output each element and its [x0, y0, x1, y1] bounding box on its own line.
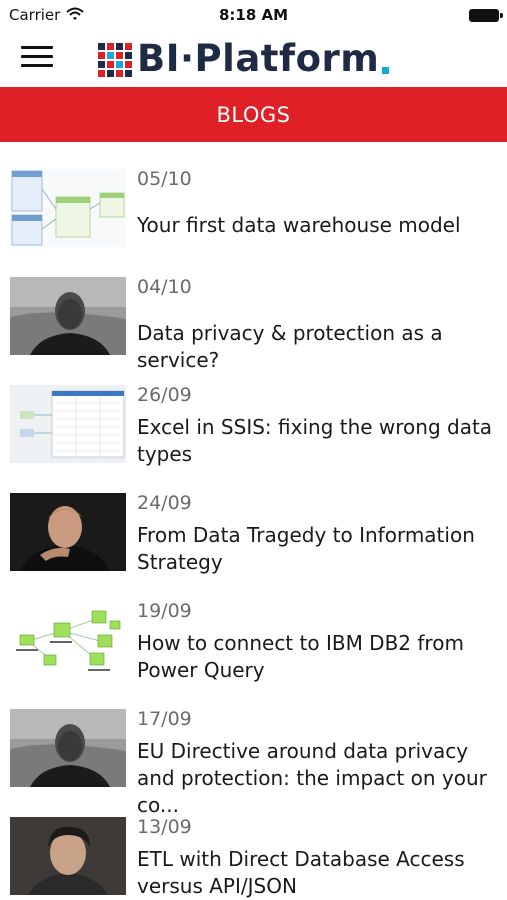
list-item[interactable]: 04/10 Data privacy & protection as a ser…: [0, 250, 507, 372]
list-item[interactable]: 24/09 From Data Tragedy to Information S…: [0, 466, 507, 574]
post-date: 24/09: [137, 492, 192, 514]
logo-dot: [382, 67, 390, 74]
post-date: 17/09: [137, 708, 192, 730]
list-item[interactable]: 19/09 How to connect to IBM DB2 from Pow…: [0, 574, 507, 682]
post-title[interactable]: From Data Tragedy to Information Strateg…: [137, 522, 502, 576]
logo-text: BI·Platform: [137, 37, 380, 80]
post-title[interactable]: How to connect to IBM DB2 from Power Que…: [137, 630, 502, 684]
post-title[interactable]: Your first data warehouse model: [137, 212, 502, 239]
diagram-thumbnail: [10, 601, 126, 679]
screenshot-thumbnail: [10, 385, 126, 463]
diagram-thumbnail: [10, 169, 126, 247]
post-date: 04/10: [137, 276, 192, 298]
post-date: 13/09: [137, 816, 192, 838]
list-item[interactable]: 05/10 Your first data warehouse model: [0, 142, 507, 250]
battery-icon: [469, 9, 503, 22]
blog-list: 05/10 Your first data warehouse model 04…: [0, 142, 507, 898]
section-bar: BLOGS: [0, 87, 507, 142]
status-bar: Carrier 8:18 AM: [0, 0, 507, 30]
list-item[interactable]: 17/09 EU Directive around data privacy a…: [0, 682, 507, 817]
post-date: 26/09: [137, 384, 192, 406]
post-date: 19/09: [137, 600, 192, 622]
portrait-thumbnail: [10, 277, 126, 355]
app-header: BI·Platform: [0, 30, 507, 87]
logo-mark-icon: [98, 43, 132, 77]
list-item[interactable]: 26/09 Excel in SSIS: fixing the wrong da…: [0, 358, 507, 466]
hamburger-menu-icon[interactable]: [21, 44, 55, 70]
clock-time: 8:18 AM: [218, 6, 289, 24]
section-title: BLOGS: [216, 102, 291, 127]
brand-logo[interactable]: BI·Platform: [98, 37, 390, 81]
portrait-thumbnail: [10, 817, 126, 895]
portrait-thumbnail: [10, 709, 126, 787]
portrait-thumbnail: [10, 493, 126, 571]
post-date: 05/10: [137, 168, 192, 190]
list-item[interactable]: 13/09 ETL with Direct Database Access ve…: [0, 790, 507, 898]
post-title[interactable]: ETL with Direct Database Access versus A…: [137, 846, 502, 900]
post-title[interactable]: Excel in SSIS: fixing the wrong data typ…: [137, 414, 502, 468]
